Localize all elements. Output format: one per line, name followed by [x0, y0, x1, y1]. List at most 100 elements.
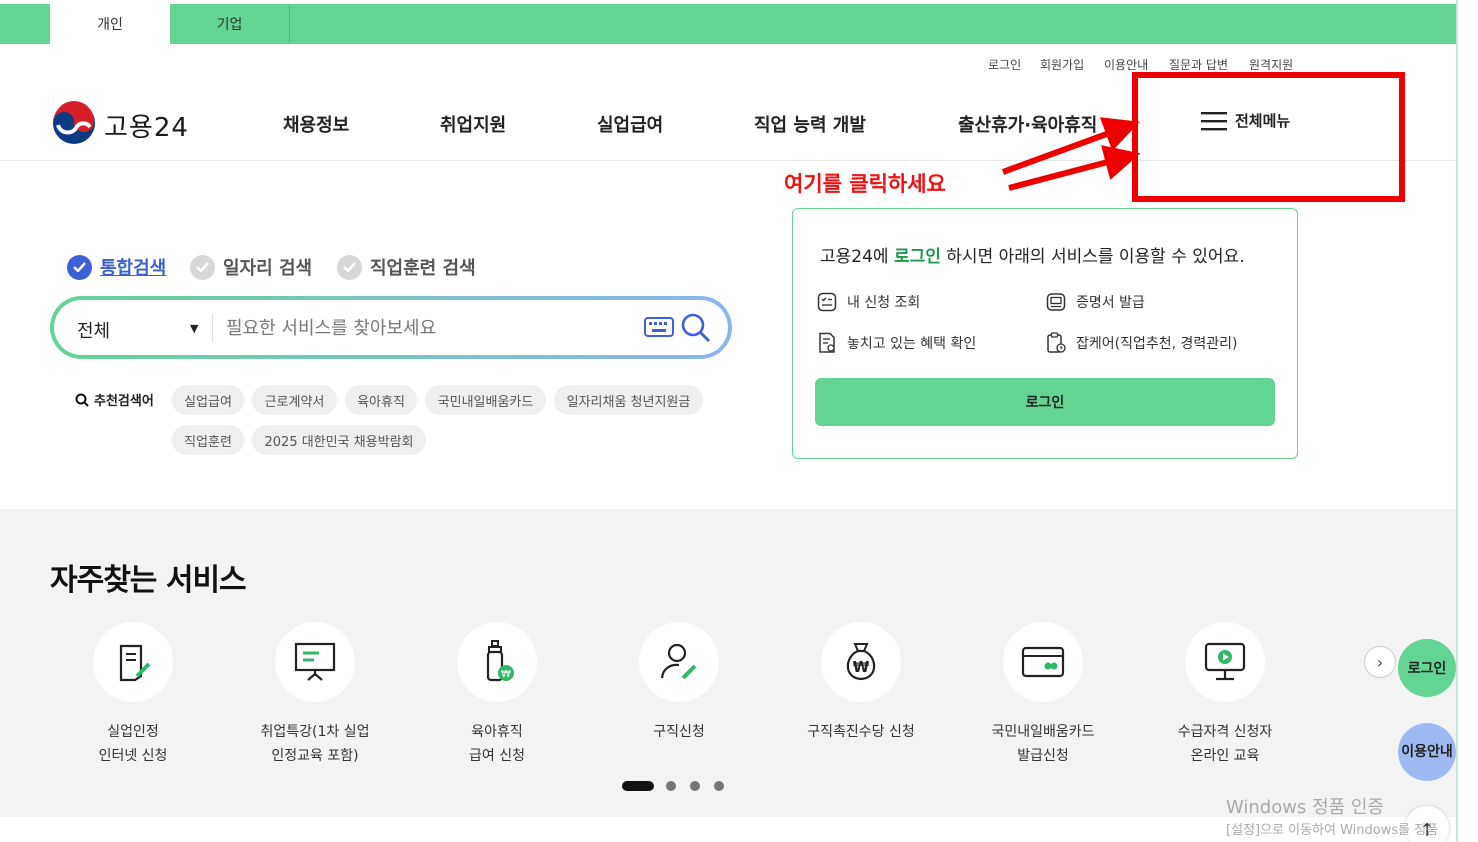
- certificate-icon: [1046, 293, 1066, 311]
- frequent-services-section: 자주찾는 서비스 실업인정인터넷 신청 취업특강(1차 실업인정교육 포함) ₩…: [0, 509, 1456, 817]
- pager-dot[interactable]: [666, 781, 676, 791]
- presentation-board-icon: [275, 622, 355, 702]
- recommended-keywords-label: 추천검색어: [75, 390, 154, 409]
- annotation-highlight-box: [1132, 72, 1405, 202]
- service-card[interactable]: 수급자격 신청자 온라인 교육: [1145, 622, 1305, 768]
- section-title: 자주찾는 서비스: [50, 563, 247, 598]
- page: 개인 기업 로그인 회원가입 이용안내 질문과 답변 원격지원 고용24 채용정…: [0, 0, 1478, 842]
- service-label: 놓치고 있는 혜택 확인: [847, 336, 977, 352]
- service-label: 증명서 발급: [1076, 295, 1145, 311]
- service-card[interactable]: ₩ 구직촉진수당 신청: [781, 622, 941, 744]
- search-type-label: 일자리 검색: [223, 258, 313, 279]
- guide-line2: 안내: [1427, 743, 1453, 760]
- document-magnifier-icon: [819, 332, 835, 353]
- service-label-line2: 발급신청: [1017, 748, 1069, 764]
- service-label-line2: 인터넷 신청: [98, 748, 168, 764]
- util-signup-link[interactable]: 회원가입: [1040, 56, 1084, 73]
- nav-employment-support[interactable]: 취업지원: [440, 111, 506, 137]
- pager-dot[interactable]: [714, 781, 724, 791]
- login-card-message: 고용24에 로그인 하시면 아래의 서비스를 이용할 수 있어요.: [820, 242, 1245, 267]
- search-input[interactable]: [226, 310, 636, 346]
- guide-line1: 이용: [1401, 743, 1427, 760]
- check-icon: [337, 254, 362, 280]
- util-qna-link[interactable]: 질문과 답변: [1169, 56, 1228, 73]
- search-icon[interactable]: [680, 312, 712, 348]
- search-type-label: 통합검색: [100, 258, 167, 279]
- chevron-right-icon: ›: [1376, 652, 1384, 672]
- service-jobcare[interactable]: 잡케어(직업추천, 경력관리): [1046, 332, 1238, 354]
- recommended-keywords-text: 추천검색어: [94, 394, 154, 409]
- keyword-chip[interactable]: 직업훈련: [172, 425, 244, 455]
- service-label-line1: 국민내일배움카드: [991, 724, 1095, 740]
- keyword-chip[interactable]: 2025 대한민국 채용박람회: [252, 425, 426, 455]
- search-icon: [75, 393, 89, 407]
- service-label-line2: 인정교육 포함): [271, 748, 359, 764]
- service-card[interactable]: 취업특강(1차 실업인정교육 포함): [235, 622, 395, 768]
- check-icon: [190, 254, 215, 280]
- windows-activation-subtext: [설정]으로 이동하여 Windows를 정품: [1226, 823, 1439, 838]
- pager-dot[interactable]: [690, 781, 700, 791]
- search-type-jobs[interactable]: 일자리 검색: [190, 254, 312, 280]
- service-missed-benefits[interactable]: 놓치고 있는 혜택 확인: [817, 332, 976, 354]
- money-bag-won-icon: ₩: [821, 622, 901, 702]
- service-label-line1: 육아휴직: [471, 724, 523, 740]
- service-label: 잡케어(직업추천, 경력관리): [1076, 336, 1238, 352]
- service-label-line1: 수급자격 신청자: [1177, 724, 1273, 740]
- message-text: 하시면 아래의 서비스를 이용할 수 있어요.: [940, 247, 1245, 267]
- monitor-play-icon: [1185, 622, 1265, 702]
- nav-jobs[interactable]: 채용정보: [283, 111, 349, 137]
- login-button[interactable]: 로그인: [815, 378, 1275, 426]
- caret-down-icon[interactable]: ▼: [190, 322, 198, 335]
- annotation-text: 여기를 클릭하세요: [784, 172, 946, 196]
- tab-personal[interactable]: 개인: [50, 4, 170, 44]
- tab-company[interactable]: 기업: [170, 4, 290, 44]
- nav-skills-development[interactable]: 직업 능력 개발: [754, 111, 866, 137]
- service-card[interactable]: ₩ 육아휴직 급여 신청: [417, 622, 577, 768]
- search-category-select[interactable]: 전체: [77, 317, 110, 343]
- site-logo[interactable]: 고용24: [52, 101, 189, 149]
- checklist-icon: [817, 292, 837, 312]
- card-icon: [1003, 622, 1083, 702]
- search-divider: [212, 314, 213, 342]
- logo-text: 고용24: [104, 112, 189, 143]
- message-login-link[interactable]: 로그인: [894, 247, 941, 267]
- keyboard-icon[interactable]: [644, 317, 674, 341]
- message-text: 고용24에: [820, 247, 894, 267]
- search-type-label: 직업훈련 검색: [370, 258, 476, 279]
- keyword-chip[interactable]: 실업급여: [172, 385, 244, 415]
- baby-bottle-won-icon: ₩: [457, 622, 537, 702]
- floating-login-button[interactable]: 로그인: [1398, 639, 1456, 697]
- service-card[interactable]: 실업인정인터넷 신청: [53, 622, 213, 768]
- service-my-applications[interactable]: 내 신청 조회: [817, 292, 920, 312]
- login-card: 고용24에 로그인 하시면 아래의 서비스를 이용할 수 있어요. 내 신청 조…: [792, 208, 1298, 459]
- service-label: 내 신청 조회: [847, 295, 921, 311]
- service-label-line1: 취업특강(1차 실업: [260, 724, 370, 740]
- floating-guide-button[interactable]: 이용 안내: [1398, 723, 1456, 781]
- pager-dot-active[interactable]: [622, 781, 654, 791]
- search-type-integrated[interactable]: 통합검색: [67, 254, 166, 280]
- util-login-link[interactable]: 로그인: [988, 56, 1021, 73]
- service-certificate[interactable]: 증명서 발급: [1046, 292, 1145, 312]
- carousel-next-button[interactable]: ›: [1364, 646, 1396, 678]
- search-box: 전체 ▼: [50, 296, 732, 359]
- util-guide-link[interactable]: 이용안내: [1104, 56, 1148, 73]
- service-label-line1: 실업인정: [107, 724, 159, 740]
- annotation-arrows: [1001, 117, 1141, 191]
- keyword-chip[interactable]: 육아휴직: [345, 385, 417, 415]
- nav-unemployment-benefit[interactable]: 실업급여: [597, 111, 663, 137]
- service-card[interactable]: 구직신청: [599, 622, 759, 744]
- keyword-chip[interactable]: 국민내일배움카드: [425, 385, 546, 415]
- svg-text:₩: ₩: [853, 658, 870, 676]
- search-type-training[interactable]: 직업훈련 검색: [337, 254, 476, 280]
- keyword-chip[interactable]: 근로계약서: [252, 385, 337, 415]
- window-edge: [1456, 0, 1458, 842]
- service-label-line1: 구직촉진수당 신청: [807, 724, 915, 740]
- korea-emblem-icon: [52, 101, 96, 149]
- util-remote-link[interactable]: 원격지원: [1249, 56, 1293, 73]
- keyword-chip[interactable]: 일자리채움 청년지원금: [554, 385, 703, 415]
- check-icon: [67, 254, 92, 280]
- audience-tab-bar: 개인 기업: [0, 4, 1456, 44]
- svg-text:₩: ₩: [501, 669, 511, 680]
- service-card[interactable]: 국민내일배움카드발급신청: [963, 622, 1123, 768]
- service-label-line1: 구직신청: [653, 724, 705, 740]
